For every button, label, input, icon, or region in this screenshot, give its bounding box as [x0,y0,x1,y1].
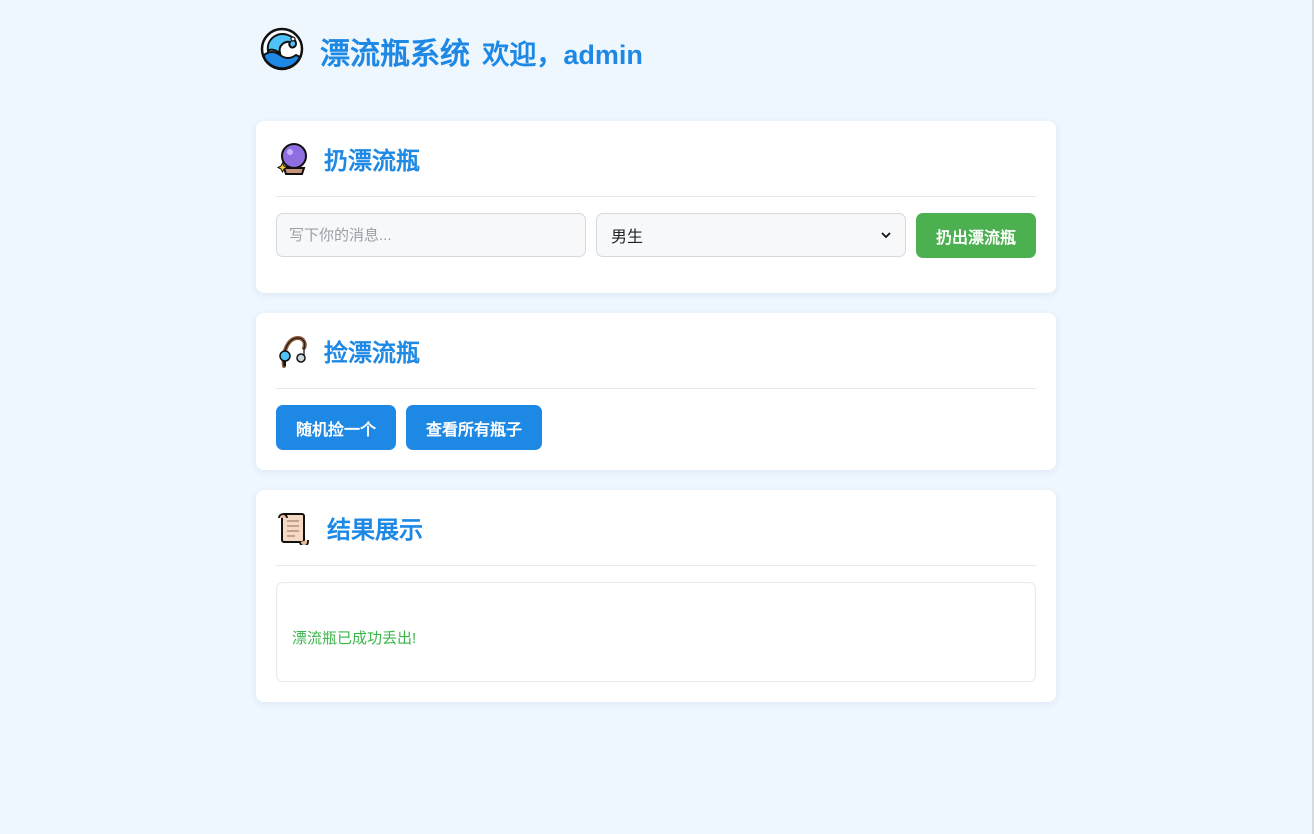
page-header: 漂流瓶系统 欢迎，admin [256,0,1056,100]
crystal-ball-icon [276,142,310,176]
card-header: 扔漂流瓶 [276,121,1036,197]
throw-bottle-card: 扔漂流瓶 男生 扔出漂流瓶 [256,121,1056,293]
random-pick-button[interactable]: 随机捡一个 [276,405,397,450]
message-input[interactable] [276,213,586,257]
card-title: 结果展示 [327,517,423,544]
result-message: 漂流瓶已成功丢出! [292,629,417,647]
throw-bottle-button[interactable]: 扔出漂流瓶 [916,213,1036,258]
throw-form-row: 男生 扔出漂流瓶 [276,213,1036,258]
fishing-pole-icon [276,334,310,368]
pick-actions-row: 随机捡一个 查看所有瓶子 [276,405,1036,450]
card-header: 捡漂流瓶 [276,313,1036,389]
card-title: 扔漂流瓶 [324,148,420,175]
gender-selected-value: 男生 [611,229,644,246]
scroll-icon [276,511,310,545]
wave-icon [260,27,304,71]
main-container: 漂流瓶系统 欢迎，admin 扔漂流瓶 男生 [256,0,1056,702]
view-all-bottles-button[interactable]: 查看所有瓶子 [406,405,543,450]
card-title: 捡漂流瓶 [324,340,420,367]
gender-select[interactable]: 男生 [596,213,906,257]
result-card: 结果展示 漂流瓶已成功丢出! [256,490,1056,702]
pick-bottle-card: 捡漂流瓶 随机捡一个 查看所有瓶子 [256,313,1056,470]
welcome-text: 欢迎，admin [482,40,643,70]
page-title: 漂流瓶系统 欢迎，admin [320,29,643,73]
app-title: 漂流瓶系统 [320,38,470,71]
card-header: 结果展示 [276,490,1036,566]
chevron-down-icon [881,232,891,239]
result-box: 漂流瓶已成功丢出! [276,582,1036,682]
